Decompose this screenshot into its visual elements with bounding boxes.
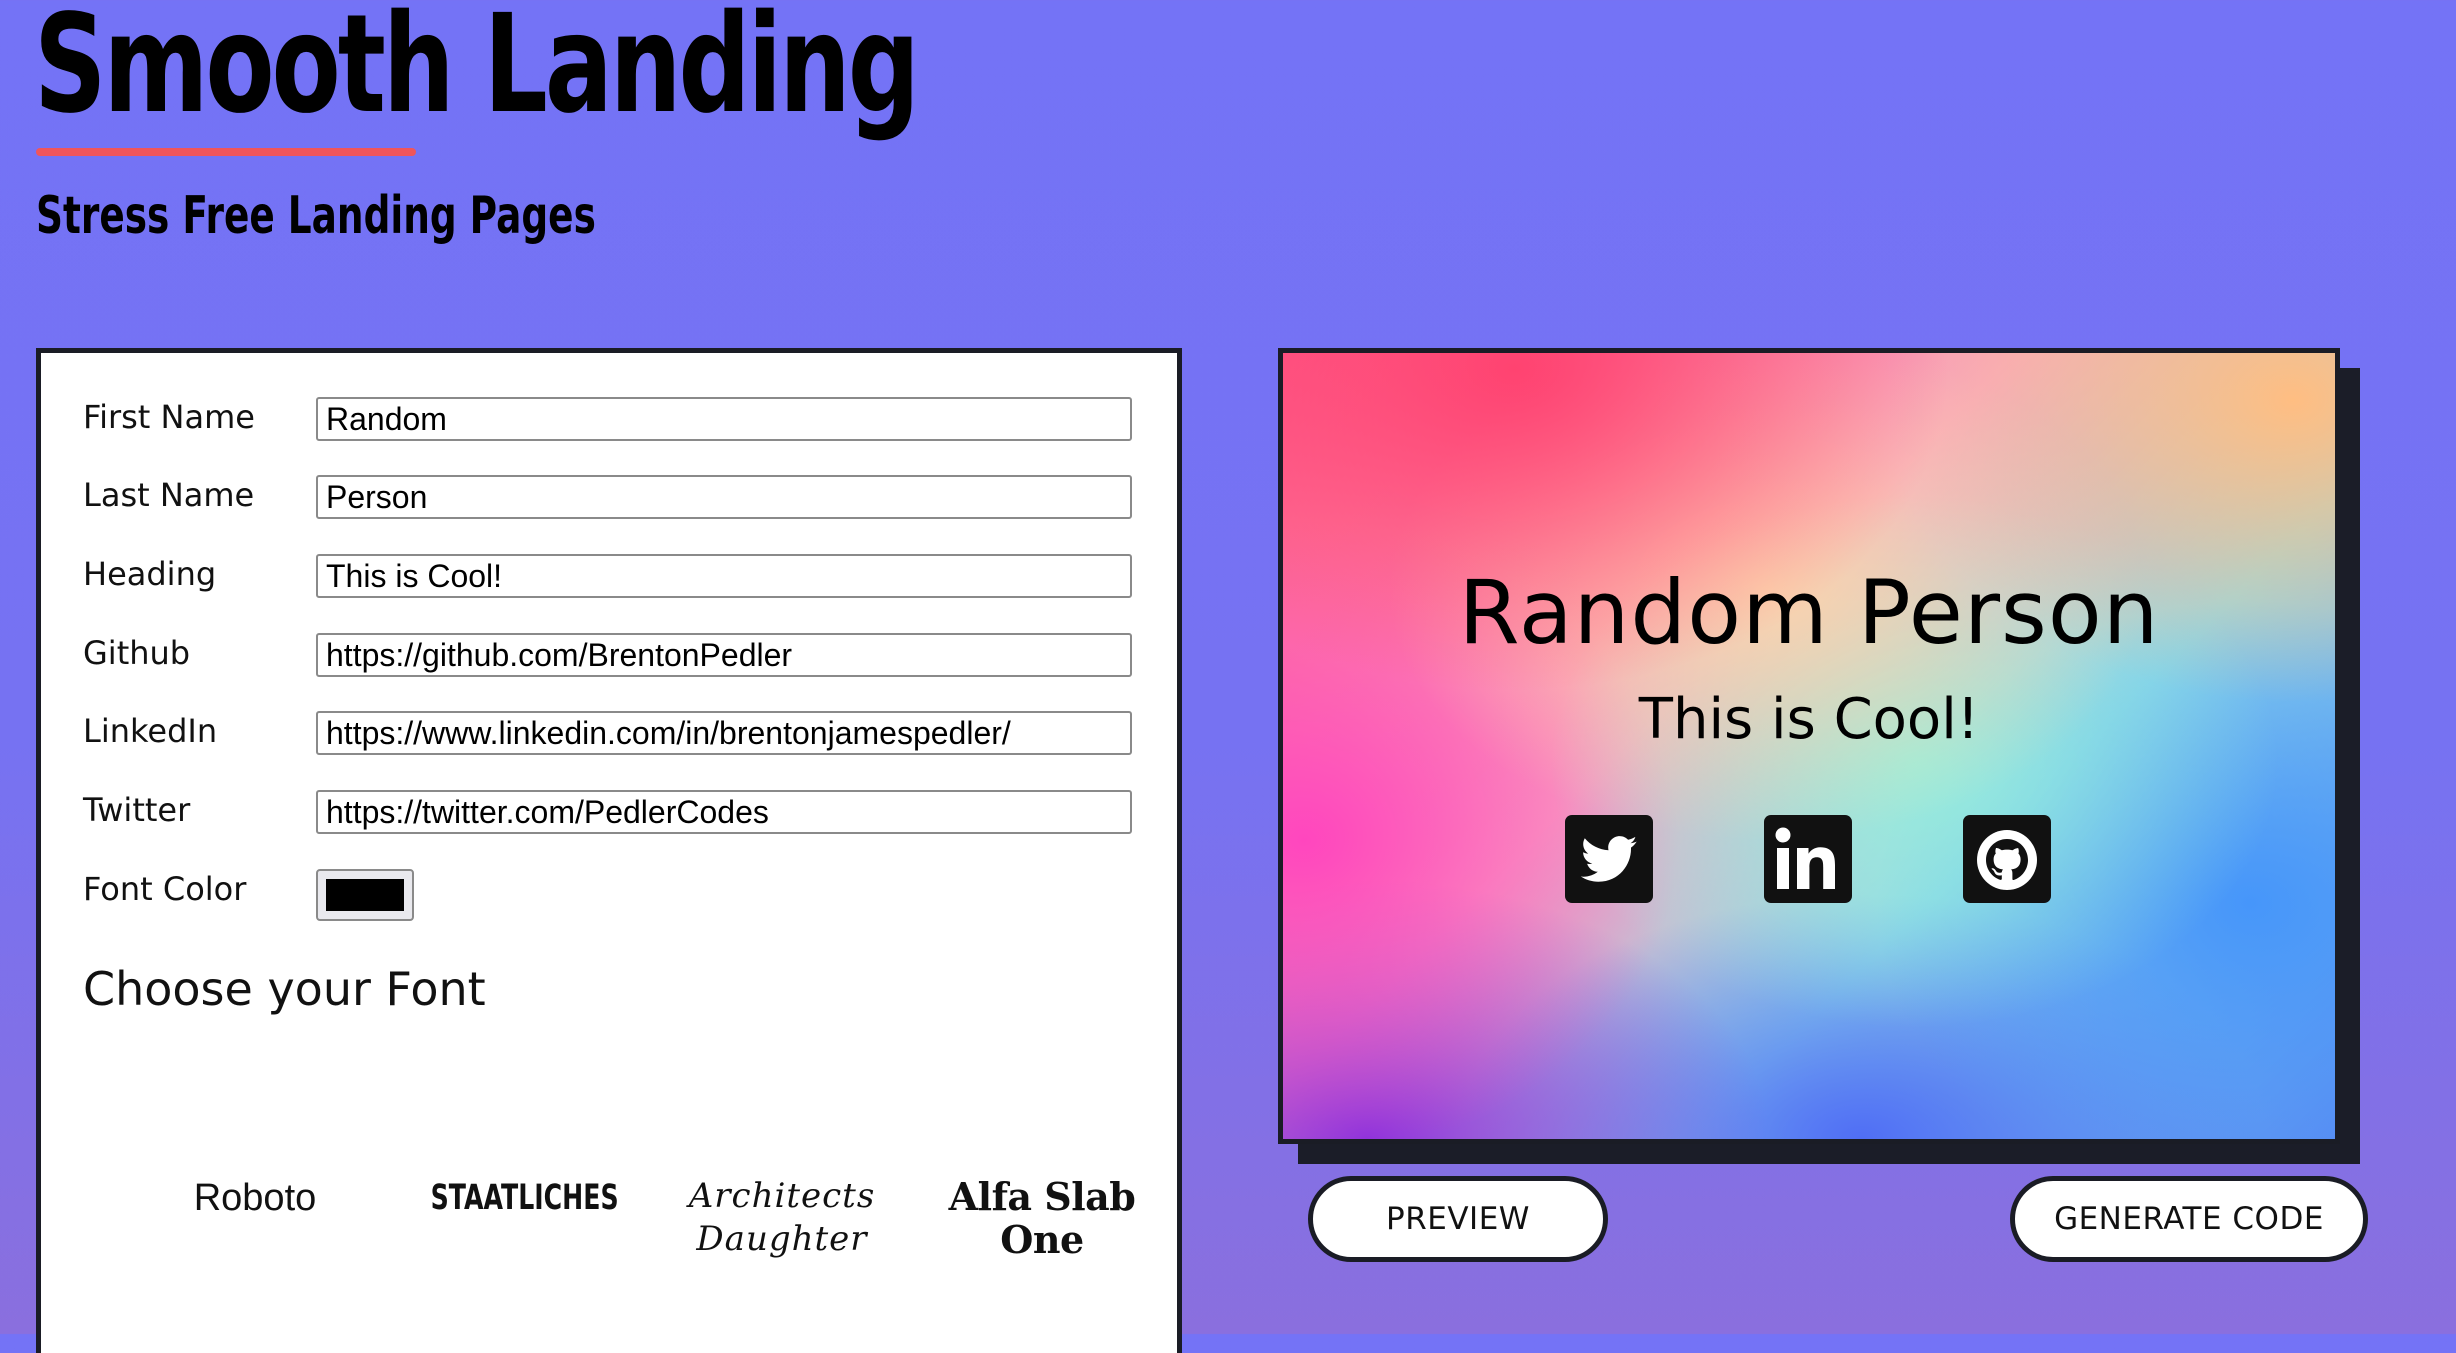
font-option-architects-daughter[interactable]: Architects Daughter [657, 1175, 907, 1261]
first-name-label: First Name [83, 398, 255, 436]
font-color-swatch [326, 879, 404, 911]
github-row: Github [41, 633, 1177, 693]
font-option-staatliches[interactable]: STAATLICHES [431, 1175, 619, 1221]
choose-font-heading: Choose your Font [83, 962, 486, 1016]
twitter-input[interactable] [316, 790, 1132, 834]
twitter-label: Twitter [83, 791, 191, 829]
first-name-input[interactable] [316, 397, 1132, 441]
last-name-row: Last Name [41, 475, 1177, 535]
github-label: Github [83, 634, 191, 672]
title-underline [36, 148, 416, 156]
site-title: Smooth Landing [34, 0, 920, 144]
form-panel: First Name Last Name Heading Github Link… [36, 348, 1182, 1353]
preview-card: Random Person This is Cool! [1278, 348, 2340, 1144]
font-color-row: Font Color [41, 869, 1177, 929]
preview-button[interactable]: PREVIEW [1308, 1176, 1608, 1262]
preview-name: Random Person [1458, 561, 2160, 664]
linkedin-row: LinkedIn [41, 711, 1177, 771]
linkedin-icon[interactable] [1764, 815, 1852, 903]
last-name-label: Last Name [83, 476, 255, 514]
font-option-alfa-slab-one[interactable]: Alfa Slab One [917, 1175, 1167, 1261]
preview-heading: This is Cool! [1638, 687, 1980, 752]
heading-label: Heading [83, 555, 217, 593]
font-color-label: Font Color [83, 870, 247, 908]
first-name-row: First Name [41, 397, 1177, 457]
heading-row: Heading [41, 554, 1177, 614]
site-tagline: Stress Free Landing Pages [36, 186, 596, 246]
font-option-roboto[interactable]: Roboto [135, 1175, 375, 1221]
last-name-input[interactable] [316, 475, 1132, 519]
generate-code-button[interactable]: GENERATE CODE [2010, 1176, 2368, 1262]
heading-input[interactable] [316, 554, 1132, 598]
font-color-picker[interactable] [316, 869, 414, 921]
twitter-icon[interactable] [1565, 815, 1653, 903]
linkedin-label: LinkedIn [83, 712, 218, 750]
twitter-row: Twitter [41, 790, 1177, 850]
github-icon[interactable] [1963, 815, 2051, 903]
linkedin-input[interactable] [316, 711, 1132, 755]
github-input[interactable] [316, 633, 1132, 677]
